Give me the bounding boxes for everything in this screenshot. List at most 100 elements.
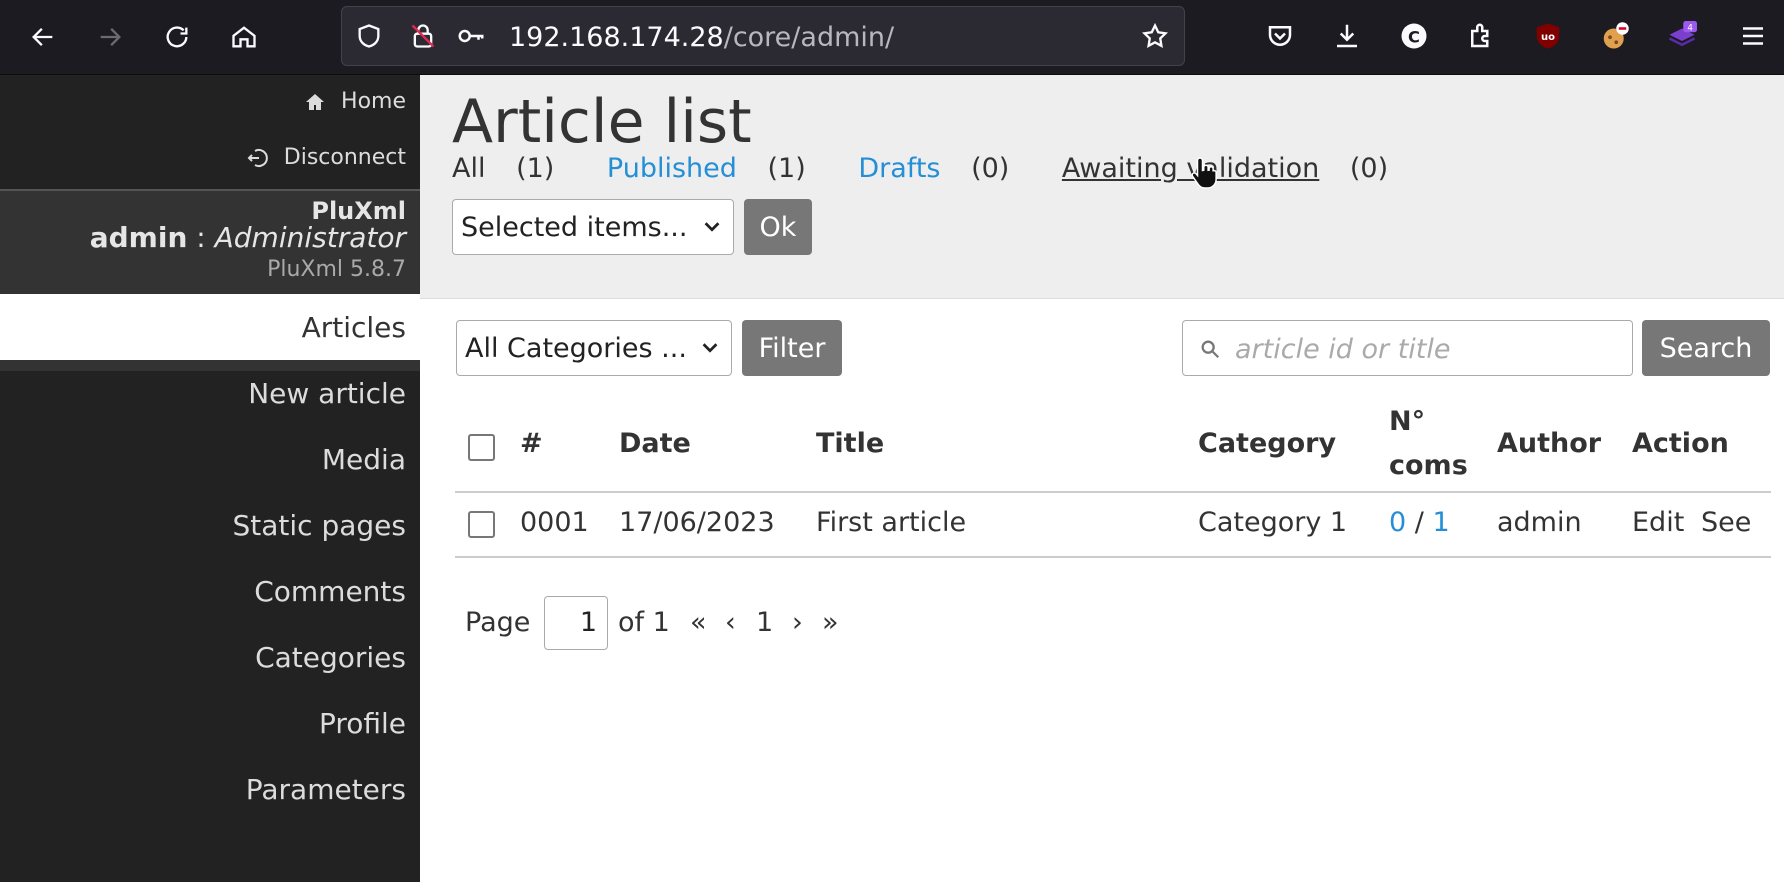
- row-comments: 0 / 1: [1389, 507, 1450, 538]
- row-see-link[interactable]: See: [1701, 507, 1751, 538]
- filter-drafts-count: (0): [971, 153, 1010, 184]
- url-bar[interactable]: 192.168.174.28/core/admin/: [341, 6, 1185, 66]
- cookie-extension-icon[interactable]: [1597, 16, 1633, 56]
- extension-c-icon[interactable]: C: [1396, 16, 1432, 56]
- forward-icon[interactable]: [85, 12, 135, 62]
- extensions-puzzle-icon[interactable]: [1463, 16, 1499, 56]
- row-comments-total-link[interactable]: 1: [1432, 507, 1449, 538]
- admin-sidebar: Home Disconnect PluXml admin : Administr…: [0, 75, 420, 882]
- search-field[interactable]: [1182, 320, 1633, 376]
- hand-cursor-icon: [1191, 157, 1217, 189]
- pocket-icon[interactable]: [1262, 16, 1298, 56]
- first-page-link[interactable]: «: [690, 607, 707, 638]
- filter-all[interactable]: All (1): [452, 153, 576, 184]
- column-header-author[interactable]: Author: [1497, 428, 1601, 459]
- filter-all-label: All: [452, 153, 486, 184]
- filter-awaiting[interactable]: Awaiting validation (0): [1062, 153, 1410, 184]
- category-filter-value: All Categories ...: [465, 332, 687, 364]
- row-author: admin: [1497, 507, 1582, 538]
- filter-published[interactable]: Published (1): [607, 153, 828, 184]
- row-title-link[interactable]: First article: [816, 507, 966, 538]
- search-button[interactable]: Search: [1642, 320, 1770, 376]
- filter-published-count: (1): [767, 153, 806, 184]
- download-icon[interactable]: [1329, 16, 1365, 56]
- disconnect-link[interactable]: Disconnect: [246, 145, 406, 170]
- chevron-down-icon: [704, 222, 720, 232]
- table-row-divider: [455, 556, 1771, 558]
- sidebar-item-label: Static pages: [232, 508, 406, 542]
- sidebar-item-profile[interactable]: Profile: [0, 690, 420, 756]
- shield-icon[interactable]: [354, 21, 384, 51]
- sidebar-item-label: New article: [248, 376, 406, 410]
- filter-drafts-label: Drafts: [858, 153, 941, 184]
- row-edit-link[interactable]: Edit: [1632, 507, 1684, 538]
- insecure-lock-icon[interactable]: [408, 21, 438, 51]
- filter-published-label: Published: [606, 153, 737, 184]
- ok-button[interactable]: Ok: [744, 199, 812, 255]
- user-role: Administrator: [214, 221, 406, 254]
- column-header-title[interactable]: Title: [816, 428, 884, 459]
- logout-icon: [247, 148, 268, 167]
- row-checkbox[interactable]: [468, 511, 495, 538]
- back-icon[interactable]: [18, 12, 68, 62]
- table-header-divider: [455, 491, 1771, 493]
- home-link-label: Home: [341, 89, 406, 114]
- extension-badge: 4: [1687, 23, 1693, 33]
- filter-drafts[interactable]: Drafts (0): [858, 153, 1031, 184]
- home-icon[interactable]: [219, 12, 269, 62]
- bookmark-star-icon[interactable]: [1140, 21, 1170, 51]
- home-link[interactable]: Home: [303, 89, 406, 114]
- svg-text:uo: uo: [1541, 32, 1555, 43]
- sidebar-item-new-article[interactable]: New article: [0, 360, 420, 426]
- column-header-date[interactable]: Date: [619, 428, 691, 459]
- sidebar-item-label: Comments: [254, 574, 406, 608]
- url-host: 192.168.174.28: [509, 22, 724, 53]
- column-header-coms-top: N°: [1389, 406, 1426, 437]
- sidebar-item-static-pages[interactable]: Static pages: [0, 492, 420, 558]
- last-page-link[interactable]: »: [822, 607, 839, 638]
- user-line: admin : Administrator: [90, 221, 406, 254]
- page-label: Page: [465, 607, 531, 638]
- sidebar-item-parameters[interactable]: Parameters: [0, 756, 420, 822]
- column-header-action: Action: [1632, 428, 1729, 459]
- sidebar-item-categories[interactable]: Categories: [0, 624, 420, 690]
- sidebar-item-comments[interactable]: Comments: [0, 558, 420, 624]
- search-input[interactable]: [1235, 329, 1615, 369]
- url-path: /core/admin/: [723, 22, 895, 53]
- page-title: Article list: [452, 87, 752, 157]
- url-text[interactable]: 192.168.174.28/core/admin/: [509, 22, 894, 53]
- sidebar-item-label: Profile: [318, 706, 406, 740]
- current-page-link[interactable]: 1: [756, 607, 773, 638]
- column-header-id[interactable]: #: [520, 428, 543, 459]
- menu-hamburger-icon[interactable]: [1735, 16, 1771, 56]
- chevron-down-icon: [702, 343, 718, 353]
- home-icon: [306, 93, 325, 110]
- sidebar-item-articles[interactable]: Articles: [0, 294, 420, 360]
- browser-toolbar: 192.168.174.28/core/admin/ C uo 4: [0, 0, 1784, 75]
- prev-page-link[interactable]: ‹: [725, 607, 736, 638]
- category-filter-select[interactable]: All Categories ...: [456, 320, 732, 376]
- user-name: admin: [89, 221, 188, 254]
- row-date: 17/06/2023: [619, 507, 775, 538]
- filter-all-count: (1): [516, 153, 555, 184]
- layers-extension-icon[interactable]: 4: [1664, 16, 1700, 56]
- reload-icon[interactable]: [152, 12, 202, 62]
- filter-awaiting-count: (0): [1349, 153, 1389, 184]
- key-icon[interactable]: [456, 21, 486, 51]
- ublock-icon[interactable]: uo: [1530, 16, 1566, 56]
- page-number-input[interactable]: 1: [544, 596, 608, 650]
- filter-button[interactable]: Filter: [742, 320, 842, 376]
- column-header-category[interactable]: Category: [1198, 428, 1336, 459]
- search-icon: [1201, 340, 1220, 359]
- disconnect-link-label: Disconnect: [283, 145, 406, 170]
- sidebar-item-media[interactable]: Media: [0, 426, 420, 492]
- select-all-checkbox[interactable]: [468, 434, 495, 461]
- row-comments-online-link[interactable]: 0: [1389, 507, 1406, 538]
- page-of-label: of 1: [618, 607, 670, 638]
- next-page-link[interactable]: ›: [792, 607, 803, 638]
- sidebar-item-label: Media: [321, 442, 406, 476]
- sidebar-item-label: Parameters: [245, 772, 406, 806]
- sidebar-item-label: Categories: [255, 640, 406, 674]
- version-text: PluXml 5.8.7: [267, 257, 406, 282]
- bulk-action-select[interactable]: Selected items...: [452, 199, 734, 255]
